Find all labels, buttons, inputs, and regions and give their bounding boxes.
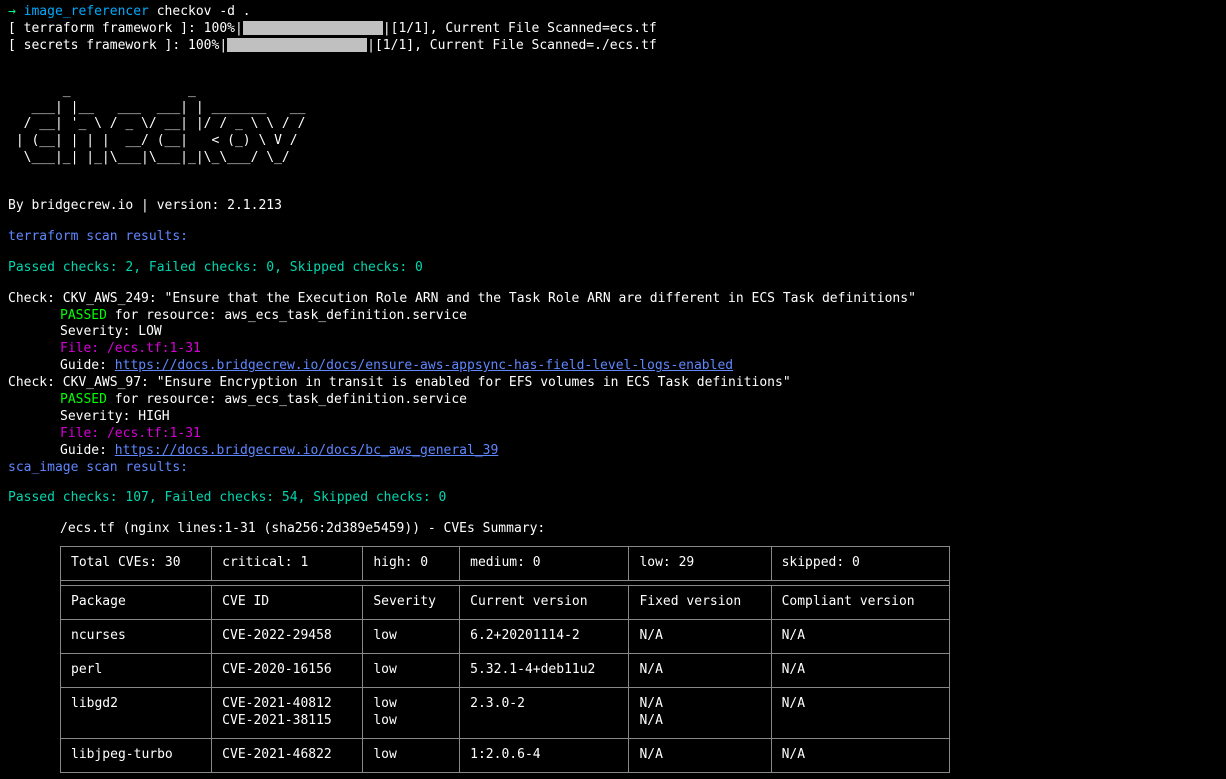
cve-medium: medium: 0: [460, 547, 629, 581]
check-severity: Severity: LOW: [8, 324, 1218, 341]
progress-secrets: [ secrets framework ]: 100%| |[1/1], Curr…: [8, 38, 1218, 55]
cell-current: 6.2+20201114-2: [460, 620, 629, 654]
status-passed: PASSED: [60, 392, 107, 407]
cell-cve-id: CVE-2021-40812 CVE-2021-38115: [212, 687, 363, 738]
cell-current: 1:2.0.6-4: [460, 738, 629, 772]
prompt-arrow: →: [8, 4, 16, 19]
cell-cve-id: CVE-2021-46822: [212, 738, 363, 772]
cell-fixed: N/A: [629, 738, 771, 772]
cell-compliant: N/A: [771, 687, 949, 738]
cell-package: perl: [61, 653, 212, 687]
status-passed: PASSED: [60, 308, 107, 323]
check-guide: Guide: https://docs.bridgecrew.io/docs/b…: [8, 443, 1218, 460]
status-resource: for resource: aws_ecs_task_definition.se…: [107, 308, 467, 323]
check-file: File: /ecs.tf:1-31: [8, 341, 1218, 358]
cell-cve-id: CVE-2022-29458: [212, 620, 363, 654]
guide-label: Guide:: [60, 358, 115, 373]
sca-section-header: sca_image scan results:: [8, 460, 1218, 477]
cell-severity: low: [363, 653, 460, 687]
cell-cve-id: CVE-2020-16156: [212, 653, 363, 687]
col-severity: Severity: [363, 586, 460, 620]
progress-terraform: [ terraform framework ]: 100%| |[1/1], Cu…: [8, 21, 1218, 38]
cell-fixed: N/A: [629, 653, 771, 687]
table-row: libjpeg-turbo CVE-2021-46822 low 1:2.0.6…: [61, 738, 950, 772]
terraform-summary: Passed checks: 2, Failed checks: 0, Skip…: [8, 260, 1218, 277]
prompt-line: → image_referencer checkov -d .: [8, 4, 1218, 21]
ascii-logo: _ _ ___| |__ ___ ___| | _______ __ / __|…: [8, 83, 1218, 184]
cell-compliant: N/A: [771, 620, 949, 654]
file-label: File:: [60, 341, 107, 356]
progress-terraform-prefix: [ terraform framework ]: 100%|: [8, 21, 243, 36]
table-row: perl CVE-2020-16156 low 5.32.1-4+deb11u2…: [61, 653, 950, 687]
cve-summary-header: /ecs.tf (nginx lines:1-31 (sha256:2d389e…: [8, 521, 1218, 538]
status-resource: for resource: aws_ecs_task_definition.se…: [107, 392, 467, 407]
cell-compliant: N/A: [771, 738, 949, 772]
cell-package: ncurses: [61, 620, 212, 654]
check-guide: Guide: https://docs.bridgecrew.io/docs/e…: [8, 358, 1218, 375]
cell-package: libjpeg-turbo: [61, 738, 212, 772]
cell-current: 5.32.1-4+deb11u2: [460, 653, 629, 687]
cve-low: low: 29: [629, 547, 771, 581]
progress-bar: [243, 21, 383, 35]
cve-critical: critical: 1: [212, 547, 363, 581]
check-severity: Severity: HIGH: [8, 409, 1218, 426]
guide-label: Guide:: [60, 443, 115, 458]
cell-fixed: N/A N/A: [629, 687, 771, 738]
terraform-section-header: terraform scan results:: [8, 229, 1218, 246]
col-current: Current version: [460, 586, 629, 620]
sca-summary: Passed checks: 107, Failed checks: 54, S…: [8, 490, 1218, 507]
check-title: Check: CKV_AWS_249: "Ensure that the Exe…: [8, 291, 1218, 308]
file-path: /ecs.tf:1-31: [107, 341, 201, 356]
cve-totals-row: Total CVEs: 30 critical: 1 high: 0 mediu…: [61, 547, 950, 581]
table-row: ncurses CVE-2022-29458 low 6.2+20201114-…: [61, 620, 950, 654]
cve-total: Total CVEs: 30: [61, 547, 212, 581]
check-status: PASSED for resource: aws_ecs_task_defini…: [8, 308, 1218, 325]
table-row: libgd2 CVE-2021-40812 CVE-2021-38115 low…: [61, 687, 950, 738]
byline: By bridgecrew.io | version: 2.1.213: [8, 198, 1218, 215]
col-package: Package: [61, 586, 212, 620]
terminal-output: → image_referencer checkov -d . [ terraf…: [8, 4, 1218, 773]
cell-package: libgd2: [61, 687, 212, 738]
col-fixed: Fixed version: [629, 586, 771, 620]
cve-high: high: 0: [363, 547, 460, 581]
cell-severity: low: [363, 620, 460, 654]
guide-link[interactable]: https://docs.bridgecrew.io/docs/bc_aws_g…: [115, 443, 499, 458]
cell-compliant: N/A: [771, 653, 949, 687]
cell-current: 2.3.0-2: [460, 687, 629, 738]
col-cve-id: CVE ID: [212, 586, 363, 620]
progress-terraform-suffix: |[1/1], Current File Scanned=ecs.tf: [383, 21, 657, 36]
progress-secrets-prefix: [ secrets framework ]: 100%|: [8, 38, 227, 53]
check-status: PASSED for resource: aws_ecs_task_defini…: [8, 392, 1218, 409]
cell-severity: low: [363, 738, 460, 772]
progress-secrets-suffix: |[1/1], Current File Scanned=./ecs.tf: [367, 38, 657, 53]
guide-link[interactable]: https://docs.bridgecrew.io/docs/ensure-a…: [115, 358, 733, 373]
cve-table: Total CVEs: 30 critical: 1 high: 0 mediu…: [60, 546, 950, 772]
cve-skipped: skipped: 0: [771, 547, 949, 581]
prompt-path: image_referencer: [24, 4, 149, 19]
cell-severity: low low: [363, 687, 460, 738]
check-file: File: /ecs.tf:1-31: [8, 426, 1218, 443]
cell-fixed: N/A: [629, 620, 771, 654]
file-path: /ecs.tf:1-31: [107, 426, 201, 441]
command-text: checkov -d .: [157, 4, 251, 19]
col-compliant: Compliant version: [771, 586, 949, 620]
file-label: File:: [60, 426, 107, 441]
progress-bar: [227, 38, 367, 52]
check-title: Check: CKV_AWS_97: "Ensure Encryption in…: [8, 375, 1218, 392]
cve-header-row: Package CVE ID Severity Current version …: [61, 586, 950, 620]
